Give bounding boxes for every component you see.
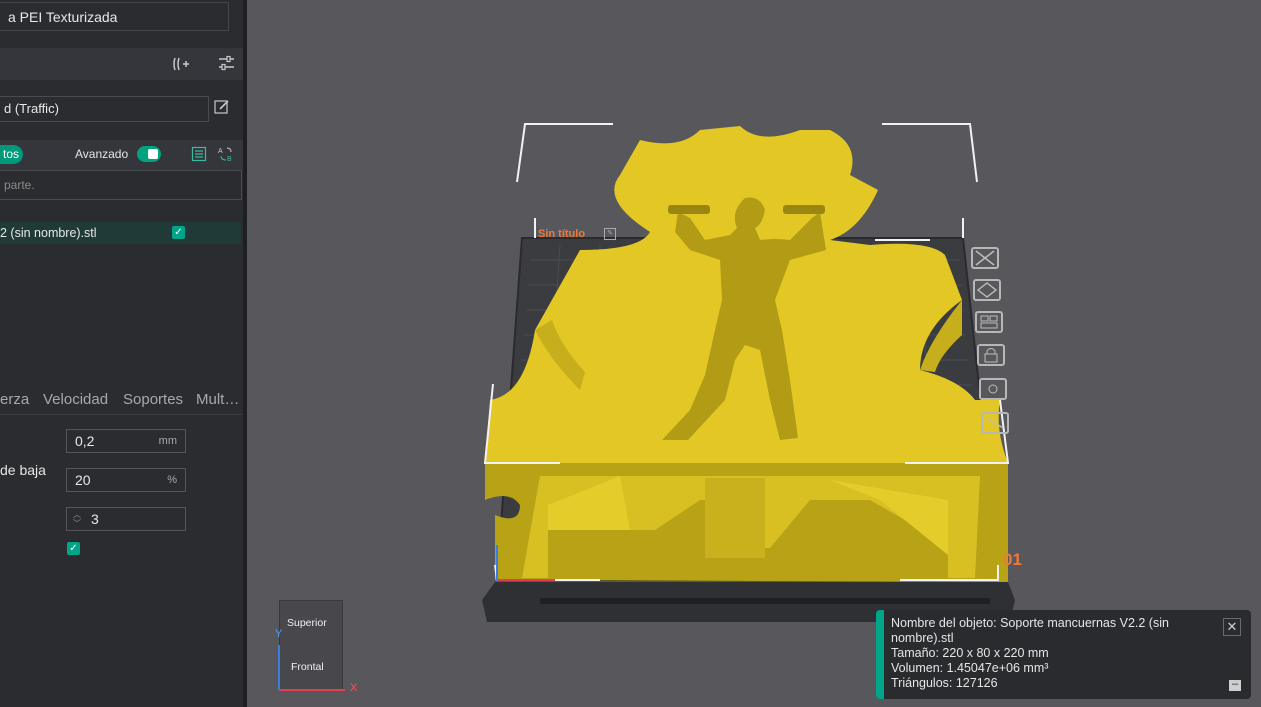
advanced-label: Avanzado bbox=[75, 147, 129, 161]
sliders-icon[interactable] bbox=[218, 55, 235, 74]
object-search-input[interactable]: parte. bbox=[0, 170, 242, 200]
param-label-low: de baja bbox=[0, 462, 46, 478]
move-plate-icon[interactable] bbox=[981, 412, 1009, 434]
infill-input[interactable]: 20 % bbox=[66, 468, 186, 492]
walls-value: 3 bbox=[91, 511, 99, 527]
plate-rail bbox=[540, 598, 990, 604]
tab-speed[interactable]: Velocidad bbox=[43, 391, 108, 408]
object-list-item[interactable]: 2 (sin nombre).stl ✓ bbox=[0, 222, 241, 244]
svg-text:A: A bbox=[218, 148, 223, 155]
minimize-icon[interactable]: – bbox=[1229, 679, 1241, 691]
info-object-name: Nombre del objeto: Soporte mancuernas V2… bbox=[891, 616, 1169, 630]
object-visible-checkbox[interactable]: ✓ bbox=[172, 226, 185, 239]
info-triangles: Triángulos: 127126 bbox=[891, 676, 998, 690]
arrange-icon[interactable] bbox=[975, 311, 1003, 333]
plate-settings-icon[interactable] bbox=[979, 378, 1007, 400]
pencil-icon[interactable] bbox=[214, 99, 230, 118]
lock-icon[interactable] bbox=[977, 344, 1005, 366]
infill-unit: % bbox=[167, 474, 177, 486]
info-size: Tamaño: 220 x 80 x 220 mm bbox=[891, 646, 1049, 660]
object-name: 2 (sin nombre).stl bbox=[0, 226, 97, 240]
info-volume: Volumen: 1.45047e+06 mm³ bbox=[891, 661, 1049, 675]
stepper-arrows-icon[interactable]: ︿ ﹀ bbox=[72, 510, 82, 528]
svg-text:B: B bbox=[227, 156, 232, 163]
axis-gizmo bbox=[278, 645, 345, 691]
filament-profile-field[interactable]: d (Traffic) bbox=[0, 96, 209, 122]
add-plate-icon[interactable] bbox=[172, 56, 190, 75]
info-accent-bar bbox=[876, 610, 884, 699]
plate-number: 01 bbox=[1003, 550, 1022, 569]
dumbbell-left bbox=[668, 205, 710, 214]
option-checkbox[interactable]: ✓ bbox=[67, 542, 80, 555]
objects-tab[interactable]: tos bbox=[0, 145, 23, 164]
plate-type-field[interactable]: a PEI Texturizada bbox=[0, 2, 229, 31]
object-info-panel: Nombre del objeto: Soporte mancuernas V2… bbox=[876, 610, 1251, 699]
dumbbell-right bbox=[783, 205, 825, 214]
sidebar: a PEI Texturizada d (Traffic) tos Avanza… bbox=[0, 0, 243, 707]
layer-height-unit: mm bbox=[158, 435, 177, 447]
remove-plate-icon[interactable] bbox=[971, 247, 999, 269]
tab-supports[interactable]: Soportes bbox=[123, 391, 183, 408]
tab-strength[interactable]: erza bbox=[0, 391, 29, 408]
info-object-name-cont: nombre).stl bbox=[891, 631, 954, 645]
tab-multimaterial[interactable]: Mult… bbox=[196, 391, 239, 408]
axis-x-label: X bbox=[350, 682, 358, 694]
layer-height-input[interactable]: 0,2 mm bbox=[66, 429, 186, 453]
settings-tabs: erza Velocidad Soportes Mult… bbox=[0, 388, 243, 415]
list-icon[interactable] bbox=[191, 146, 207, 165]
edit-plate-name-icon[interactable]: ✎ bbox=[604, 228, 616, 240]
orient-icon[interactable] bbox=[973, 279, 1001, 301]
model-center-rib bbox=[705, 478, 765, 558]
scene-canvas bbox=[482, 123, 1015, 622]
plate-name-label[interactable]: Sin título bbox=[538, 228, 585, 240]
object-toolbar bbox=[0, 48, 243, 80]
infill-value: 20 bbox=[75, 472, 91, 488]
objects-header: tos Avanzado AB bbox=[0, 140, 243, 170]
axis-y-label: Y bbox=[275, 628, 283, 640]
walls-stepper[interactable]: ︿ ﹀ 3 bbox=[66, 507, 186, 531]
close-icon[interactable]: ✕ bbox=[1223, 618, 1241, 636]
advanced-toggle[interactable] bbox=[137, 146, 161, 162]
layer-height-value: 0,2 bbox=[75, 433, 95, 449]
ab-compare-icon[interactable]: AB bbox=[217, 145, 235, 166]
